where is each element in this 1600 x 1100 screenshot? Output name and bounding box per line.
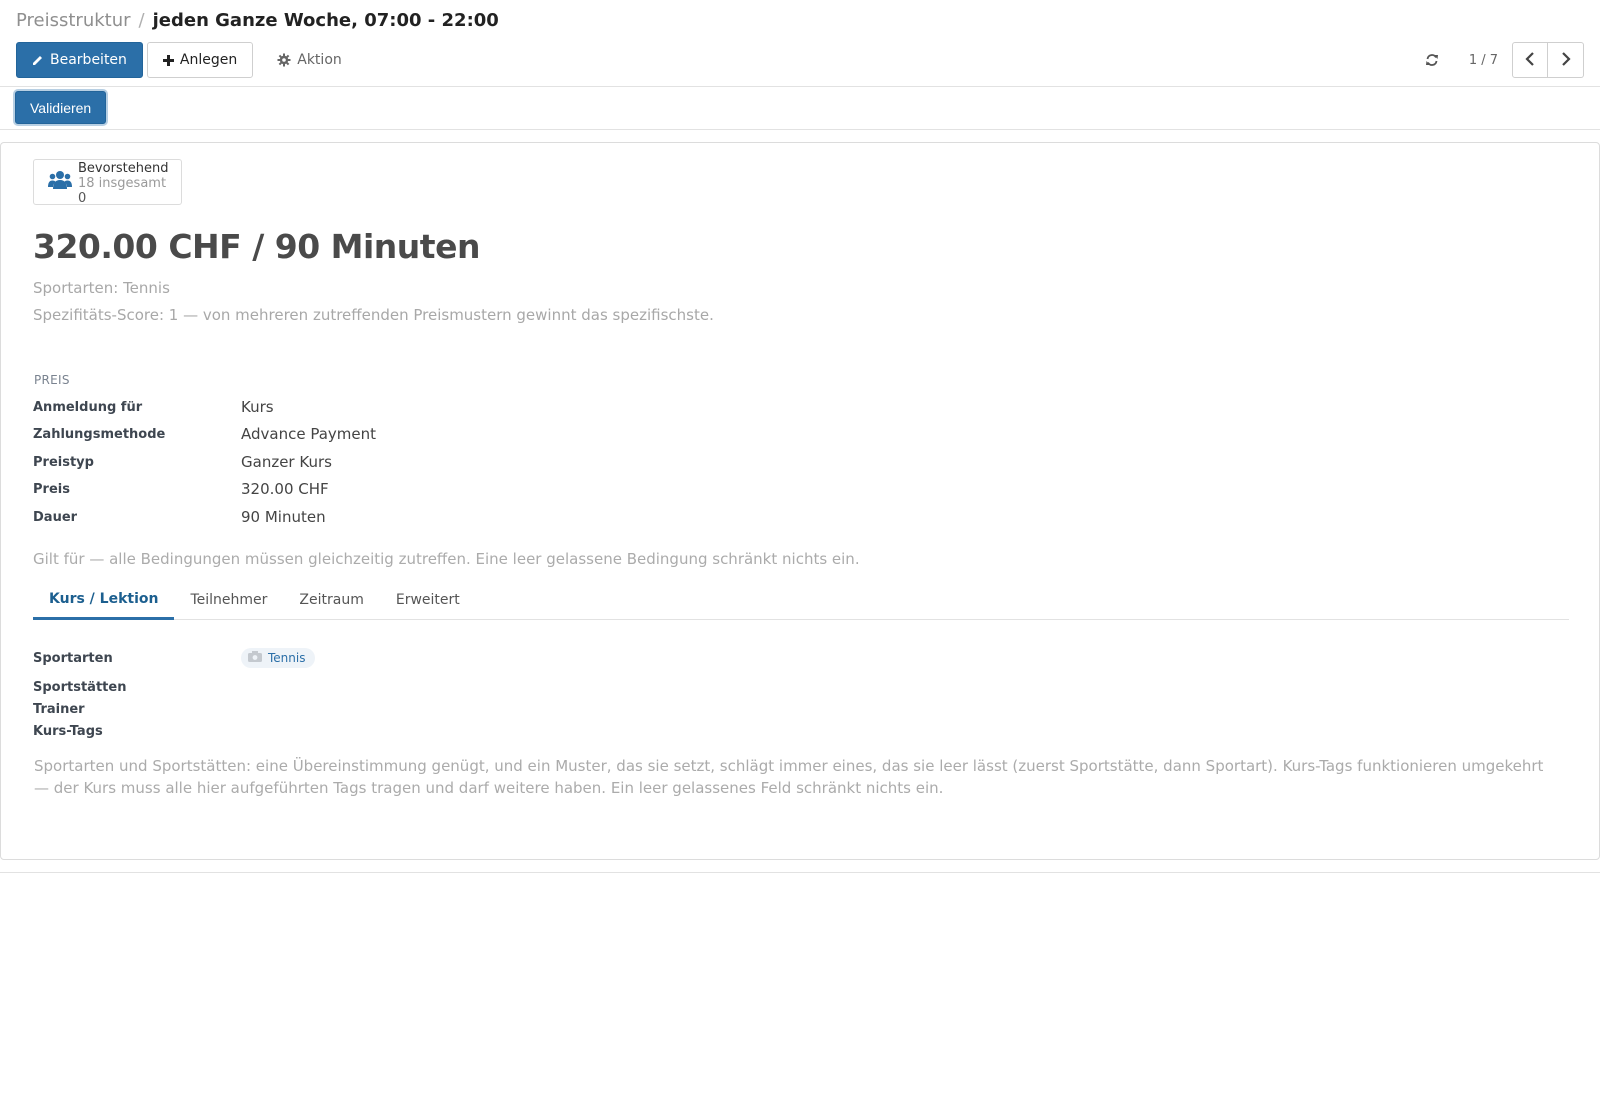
edit-button-label: Bearbeiten [50,52,127,68]
pencil-icon [32,54,44,66]
record-description-sports: Sportarten: Tennis [33,279,170,297]
field-facilities: Sportstätten [33,680,241,695]
field-value[interactable]: Kurs [241,398,274,416]
action-menu-button[interactable]: Aktion [261,42,358,78]
field-label: Trainer [33,702,85,717]
field-payment-method: Zahlungsmethode Advance Payment [33,425,376,443]
field-course-tags: Kurs-Tags [33,724,241,739]
stat-title: Bevorstehend [78,161,169,176]
users-icon [48,170,72,194]
field-label: Anmeldung für [33,399,143,415]
reload-icon[interactable] [1425,53,1439,67]
statusbar: Validieren [0,87,1600,130]
validate-button[interactable]: Validieren [15,91,107,124]
field-label: Sportstätten [33,680,127,695]
gear-icon [277,53,291,67]
pager-value[interactable]: 1 / 7 [1469,53,1498,68]
field-label: Zahlungsmethode [33,426,166,442]
field-value[interactable]: 90 Minuten [241,508,326,526]
stat-subtitle: 18 insgesamt [78,176,167,191]
tab-participants[interactable]: Teilnehmer [174,580,283,620]
sport-tag-label: Tennis [268,651,306,665]
sport-tag[interactable]: Tennis [241,648,316,668]
field-value[interactable]: 320.00 CHF [241,480,329,498]
create-button-label: Anlegen [179,52,238,68]
field-registration-for: Anmeldung für Kurs [33,398,274,416]
tab-advanced[interactable]: Erweitert [380,580,476,620]
breadcrumb-separator: / [138,10,145,31]
tab-period[interactable]: Zeitraum [283,580,379,620]
pager: 1 / 7 [1425,42,1584,78]
field-label: Dauer [33,509,78,525]
control-panel: Preisstruktur / jeden Ganze Woche, 07:00… [0,0,1600,87]
conditions-hint: Gilt für — alle Bedingungen müssen gleic… [33,550,860,568]
chevron-right-icon [1561,51,1571,70]
breadcrumb-current: jeden Ganze Woche, 07:00 - 22:00 [152,10,499,31]
breadcrumb: Preisstruktur / jeden Ganze Woche, 07:00… [16,10,499,31]
field-sports: Sportarten Tennis [33,648,316,668]
field-label: Kurs-Tags [33,724,103,739]
field-price-type: Preistyp Ganzer Kurs [33,453,332,471]
action-menu-label: Aktion [297,52,342,68]
bottom-divider [0,872,1600,873]
record-title: 320.00 CHF / 90 Minuten [33,227,480,266]
course-tab-hint: Sportarten und Sportstätten: eine Überei… [34,757,1544,797]
plus-icon [162,54,174,66]
field-value[interactable]: Advance Payment [241,425,376,443]
upcoming-stat-text: Bevorstehend 18 insgesamt 0 [78,161,169,206]
pager-next-button[interactable] [1548,42,1584,78]
edit-button[interactable]: Bearbeiten [16,42,143,78]
pager-previous-button[interactable] [1512,42,1548,78]
upcoming-stat-button[interactable]: Bevorstehend 18 insgesamt 0 [33,159,182,206]
field-trainer: Trainer [33,702,241,717]
stat-value: 0 [78,191,87,206]
field-label: Preis [33,481,70,497]
field-value[interactable]: Ganzer Kurs [241,453,332,471]
camera-icon [248,651,262,665]
chevron-left-icon [1525,51,1535,70]
tab-course-lesson[interactable]: Kurs / Lektion [33,580,175,620]
form-sheet: Bevorstehend 18 insgesamt 0 320.00 CHF /… [0,142,1600,860]
notebook-tabs: Kurs / Lektion Teilnehmer Zeitraum Erwei… [33,580,1569,620]
breadcrumb-parent-link[interactable]: Preisstruktur [16,10,131,31]
record-description-score: Spezifitäts-Score: 1 — von mehreren zutr… [33,306,714,324]
field-label: Preistyp [33,454,94,470]
field-label: Sportarten [33,650,113,666]
field-price: Preis 320.00 CHF [33,480,329,498]
create-button[interactable]: Anlegen [146,42,254,78]
toolbar: Bearbeiten Anlegen Aktion [16,42,358,78]
price-section-title: Preis [34,373,70,387]
field-duration: Dauer 90 Minuten [33,508,326,526]
